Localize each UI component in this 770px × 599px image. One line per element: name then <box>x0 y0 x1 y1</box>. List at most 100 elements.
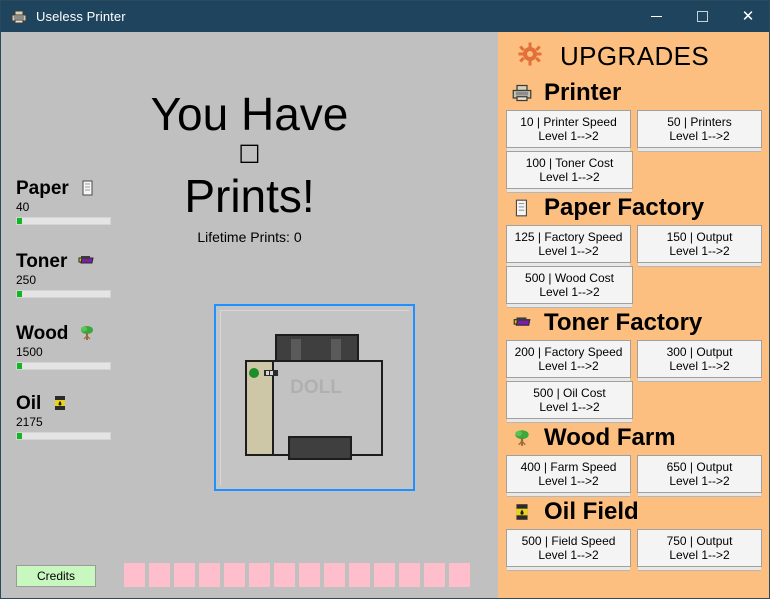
paper-sheet-indicator <box>149 563 170 587</box>
upgrade-button-farm-speed[interactable]: 400 | Farm Speed Level 1-->2 <box>506 455 631 493</box>
upgrade-cost-label: 500 | Field Speed <box>521 534 616 548</box>
section-header-oil-field: Oil Field <box>506 498 762 526</box>
section-header-wood-farm: Wood Farm <box>506 424 762 452</box>
toner-icon <box>77 252 95 270</box>
gear-icon <box>518 42 542 71</box>
upgrade-cost-label: 750 | Output <box>666 534 733 548</box>
resource-value: 1500 <box>16 345 43 359</box>
resource-value: 250 <box>16 273 37 287</box>
title-bar: Useless Printer ✕ <box>1 1 769 32</box>
upgrades-header: UPGRADES <box>506 38 762 74</box>
upgrade-button-paper-factory-speed[interactable]: 125 | Factory Speed Level 1-->2 <box>506 225 631 263</box>
headline-line1: You Have <box>150 88 349 140</box>
upgrade-cost-label: 125 | Factory Speed <box>514 230 623 244</box>
paper-sheet-indicator <box>399 563 420 587</box>
upgrade-button-paper-output[interactable]: 150 | Output Level 1-->2 <box>637 225 762 263</box>
paper-sheet-indicator <box>199 563 220 587</box>
upgrade-button-toner-cost[interactable]: 100 | Toner Cost Level 1-->2 <box>506 151 633 189</box>
upgrade-level-label: Level 1-->2 <box>538 548 599 562</box>
paper-sheet-indicator <box>249 563 270 587</box>
minimize-icon <box>650 16 662 17</box>
paper-sheet-indicator <box>224 563 245 587</box>
lifetime-prints-label: Lifetime Prints: 0 <box>197 229 302 245</box>
upgrades-title: UPGRADES <box>560 40 710 71</box>
maximize-button[interactable] <box>679 1 725 32</box>
upgrade-cost-label: 400 | Farm Speed <box>520 460 617 474</box>
printer-icon <box>512 83 532 103</box>
oil-icon <box>512 502 532 522</box>
upgrade-level-label: Level 1-->2 <box>538 359 599 373</box>
upgrade-button-oil-cost[interactable]: 500 | Oil Cost Level 1-->2 <box>506 381 633 419</box>
upgrade-button-printer-speed[interactable]: 10 | Printer Speed Level 1-->2 <box>506 110 631 148</box>
printer-illustration: DOLL <box>221 311 410 486</box>
upgrade-button-printers[interactable]: 50 | Printers Level 1-->2 <box>637 110 762 148</box>
resource-label: Toner <box>16 250 68 272</box>
section-title: Oil Field <box>544 498 639 525</box>
upgrade-level-label: Level 1-->2 <box>538 244 599 258</box>
paper-queue-row <box>124 563 470 587</box>
upgrade-button-row: 500 | Wood Cost Level 1-->2 <box>506 266 762 304</box>
printer-icon <box>11 9 27 25</box>
upgrade-button-field-speed[interactable]: 500 | Field Speed Level 1-->2 <box>506 529 631 567</box>
upgrade-cost-label: 500 | Wood Cost <box>525 271 614 285</box>
paper-sheet-indicator <box>449 563 470 587</box>
close-button[interactable]: ✕ <box>725 1 769 32</box>
paper-sheet-indicator <box>424 563 445 587</box>
paper-sheet-indicator <box>174 563 195 587</box>
section-title: Printer <box>544 79 622 106</box>
upgrade-cost-label: 300 | Output <box>666 345 733 359</box>
upgrade-button-toner-output[interactable]: 300 | Output Level 1-->2 <box>637 340 762 378</box>
printer-image-frame: DOLL <box>220 310 410 486</box>
resource-wood: Wood 1500 <box>16 322 166 370</box>
paper-sheet-indicator <box>349 563 370 587</box>
upgrade-button-oil-output[interactable]: 750 | Output Level 1-->2 <box>637 529 762 567</box>
upgrade-level-label: Level 1-->2 <box>669 129 730 143</box>
section-header-paper-factory: Paper Factory <box>506 194 762 222</box>
upgrade-level-label: Level 1-->2 <box>669 244 730 258</box>
resource-value: 2175 <box>16 415 43 429</box>
credits-button[interactable]: Credits <box>16 565 96 587</box>
upgrade-level-label: Level 1-->2 <box>538 129 599 143</box>
resource-header: Oil <box>16 392 166 414</box>
upgrade-button-row: 400 | Farm Speed Level 1-->2 650 | Outpu… <box>506 455 762 493</box>
resource-progress-bar <box>16 432 111 440</box>
headline-line2: Prints! <box>184 170 315 222</box>
upgrade-button-toner-factory-speed[interactable]: 200 | Factory Speed Level 1-->2 <box>506 340 631 378</box>
upgrade-button-row: 500 | Field Speed Level 1-->2 750 | Outp… <box>506 529 762 567</box>
upgrade-level-label: Level 1-->2 <box>669 548 730 562</box>
resource-progress-bar <box>16 362 111 370</box>
upgrade-cost-label: 50 | Printers <box>667 115 732 129</box>
section-title: Toner Factory <box>544 309 703 336</box>
credits-button-label: Credits <box>36 569 75 583</box>
section-header-printer: Printer <box>506 79 762 107</box>
upgrade-button-wood-output[interactable]: 650 | Output Level 1-->2 <box>637 455 762 493</box>
upgrade-level-label: Level 1-->2 <box>669 359 730 373</box>
upgrade-cost-label: 650 | Output <box>666 460 733 474</box>
upgrade-level-label: Level 1-->2 <box>538 474 599 488</box>
upgrade-button-row: 500 | Oil Cost Level 1-->2 <box>506 381 762 419</box>
upgrade-button-wood-cost[interactable]: 500 | Wood Cost Level 1-->2 <box>506 266 633 304</box>
section-title: Wood Farm <box>544 424 676 451</box>
section-header-toner-factory: Toner Factory <box>506 309 762 337</box>
main-panel: Paper 40 Toner 250 Wood 1500 Oil 2175 Yo… <box>2 32 497 598</box>
window-title: Useless Printer <box>36 9 126 24</box>
upgrade-button-row: 10 | Printer Speed Level 1-->2 50 | Prin… <box>506 110 762 148</box>
paper-sheet-indicator <box>374 563 395 587</box>
upgrade-level-label: Level 1-->2 <box>539 285 600 299</box>
paper-sheet-indicator <box>274 563 295 587</box>
paper-icon <box>512 198 532 218</box>
upgrade-button-row: 100 | Toner Cost Level 1-->2 <box>506 151 762 189</box>
resource-header: Toner <box>16 250 166 272</box>
upgrade-level-label: Level 1-->2 <box>669 474 730 488</box>
paper-sheet-indicator <box>124 563 145 587</box>
paper-sheet-indicator <box>324 563 345 587</box>
toner-icon <box>512 313 532 333</box>
upgrade-cost-label: 500 | Oil Cost <box>533 386 606 400</box>
printer-click-area[interactable]: DOLL <box>214 304 415 491</box>
maximize-icon <box>696 11 708 22</box>
resource-header: Wood <box>16 322 166 344</box>
wood-icon <box>512 428 532 448</box>
paper-sheet-indicator <box>299 563 320 587</box>
minimize-button[interactable] <box>633 1 679 32</box>
resource-progress-bar <box>16 290 111 298</box>
